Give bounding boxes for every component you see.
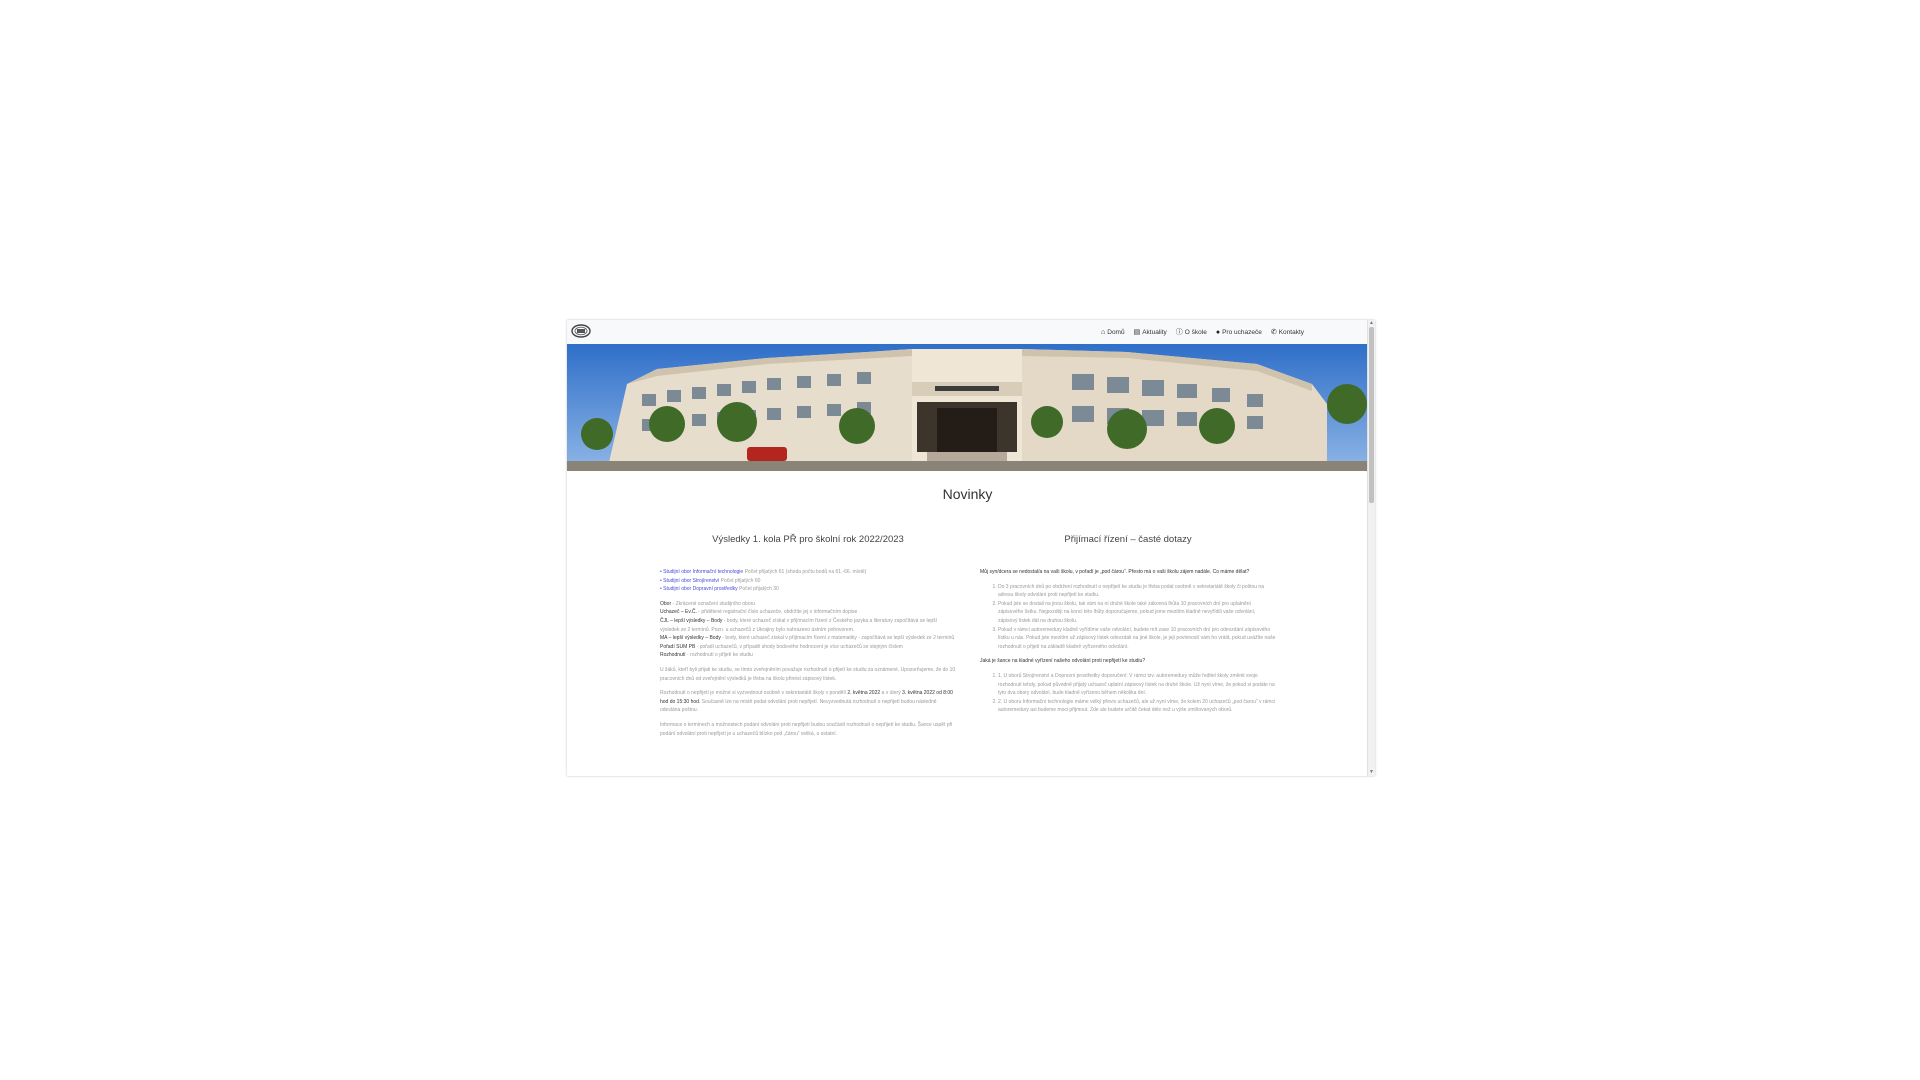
link-obor-it[interactable]: • Studijní obor Informační technologie bbox=[660, 569, 743, 575]
results-article: Výsledky 1. kola PŘ pro školní rok 2022/… bbox=[660, 534, 956, 744]
legend-desc: - rozhodnutí o přijetí ke studiu bbox=[686, 652, 753, 659]
faq-answer-item: Do 3 pracovních dnů po obdržení rozhodnu… bbox=[998, 583, 1276, 600]
phone-icon: ✆ bbox=[1270, 328, 1277, 336]
nav-contacts-label: Kontakty bbox=[1278, 328, 1304, 336]
nav-home-label: Domů bbox=[1107, 328, 1125, 336]
legend-term: MA – lepší výsledky – Body bbox=[660, 635, 721, 642]
para2-text-c: a v úterý bbox=[880, 690, 903, 697]
legend-term: Rozhodnutí bbox=[660, 652, 686, 659]
para2-date-1: 2. května 2022 bbox=[847, 690, 881, 697]
nav-news-label: Aktuality bbox=[1142, 328, 1167, 336]
legend-item: Rozhodnutí - rozhodnutí o přijetí ke stu… bbox=[660, 651, 956, 660]
legend-desc: - Zkrácené označení studijního oboru bbox=[672, 600, 756, 607]
user-icon: ● bbox=[1215, 328, 1221, 336]
faq-article: Přijímací řízení – časté dotazy Můj syn/… bbox=[980, 534, 1276, 721]
nav-home[interactable]: ⌂ Domů bbox=[1101, 329, 1125, 336]
scrollbar[interactable]: ▲ ▼ bbox=[1367, 320, 1375, 776]
nav-contacts[interactable]: ✆ Kontakty bbox=[1271, 329, 1304, 336]
faq-answer-list-1: Do 3 pracovních dnů po obdržení rozhodnu… bbox=[980, 583, 1276, 652]
faq-answer-list-2: 1. U oborů Strojírenství a Dopravní pros… bbox=[980, 672, 1276, 715]
legend-desc: - přidělené registrační číslo uchazeče, … bbox=[698, 609, 858, 616]
link-note-strojirenstvi: Počet přijatých 60 bbox=[720, 577, 761, 584]
link-note-doprava: Počet přijatých 30 bbox=[739, 586, 779, 593]
legend-item: Obor - Zkrácené označení studijního obor… bbox=[660, 600, 956, 609]
browser-viewport: ⌂ Domů ▤ Aktuality ⓘ O škole ● Pro uchaz… bbox=[567, 320, 1375, 776]
faq-question-2: Jaká je šance na kladné vyřízení našeho … bbox=[980, 658, 1146, 665]
legend-item: Uchazeč – Ev.Č. - přidělené registrační … bbox=[660, 608, 956, 617]
legend-term: Uchazeč – Ev.Č. bbox=[660, 609, 697, 616]
nav-about-label: O škole bbox=[1184, 328, 1207, 336]
faq-answer-item: 1. U oborů Strojírenství a Dopravní pros… bbox=[998, 672, 1276, 698]
results-paragraph-2: Rozhodnutí o nepřijetí je možné si vyzve… bbox=[660, 689, 956, 715]
para2-text-e: Současně lze na místě podat odvolání pro… bbox=[660, 698, 937, 714]
link-obor-doprava[interactable]: • Studijní obor Dopravní prostředky bbox=[660, 586, 738, 592]
web-page: ⌂ Domů ▤ Aktuality ⓘ O škole ● Pro uchaz… bbox=[567, 320, 1368, 776]
scroll-thumb[interactable] bbox=[1369, 327, 1374, 503]
school-logo[interactable] bbox=[571, 324, 591, 338]
legend-term: ČJL – lepší výsledky – Body bbox=[660, 617, 723, 624]
link-row-strojirenstvi: • Studijní obor Strojírenství Počet přij… bbox=[660, 577, 956, 586]
page-heading: Novinky bbox=[942, 486, 993, 502]
results-paragraph-3: Informace o termínech a možnostech podán… bbox=[660, 721, 953, 737]
faq-title: Přijímací řízení – časté dotazy bbox=[1064, 534, 1192, 545]
link-row-it: • Studijní obor Informační technologie P… bbox=[660, 568, 956, 577]
school-building-banner bbox=[567, 344, 1368, 471]
legend-desc: - body, které uchazeč získal v přijímací… bbox=[722, 635, 955, 642]
results-links: • Studijní obor Informační technologie P… bbox=[660, 568, 956, 594]
legend-item: Pořadí SUM PB - pořadí uchazečů, v přípa… bbox=[660, 643, 956, 652]
faq-answer-item: 2. U oboru Informační technologie máme v… bbox=[998, 698, 1276, 715]
legend-item: MA – lepší výsledky – Body - body, které… bbox=[660, 634, 956, 643]
link-obor-strojirenstvi[interactable]: • Studijní obor Strojírenství bbox=[660, 578, 719, 584]
home-icon: ⌂ bbox=[1101, 328, 1106, 336]
nav-applicants-label: Pro uchazeče bbox=[1222, 328, 1262, 336]
nav-applicants[interactable]: ● Pro uchazeče bbox=[1216, 329, 1262, 336]
nav-news[interactable]: ▤ Aktuality bbox=[1134, 329, 1167, 336]
legend-desc: - pořadí uchazečů, v případě shody bodov… bbox=[696, 643, 903, 650]
nav-about[interactable]: ⓘ O škole bbox=[1176, 329, 1207, 336]
legend: Obor - Zkrácené označení studijního obor… bbox=[660, 600, 956, 660]
faq-answer-item: Pokud jste se dostali na jinou školu, ta… bbox=[998, 600, 1276, 626]
navbar: ⌂ Domů ▤ Aktuality ⓘ O škole ● Pro uchaz… bbox=[567, 320, 1368, 345]
link-note-it: Počet přijatých 61 (shoda počtu bodů na … bbox=[744, 569, 867, 575]
scroll-down-arrow-icon[interactable]: ▼ bbox=[1368, 769, 1375, 776]
results-title: Výsledky 1. kola PŘ pro školní rok 2022/… bbox=[712, 534, 904, 545]
legend-item: ČJL – lepší výsledky – Body - body, kter… bbox=[660, 617, 956, 634]
legend-term: Pořadí SUM PB bbox=[660, 643, 696, 650]
scroll-up-arrow-icon[interactable]: ▲ bbox=[1368, 320, 1375, 327]
para2-text-a: Rozhodnutí o nepřijetí je možné si vyzve… bbox=[660, 690, 848, 697]
newspaper-icon: ▤ bbox=[1133, 328, 1141, 336]
results-paragraph-1: U žáků, kteří byli přijati ke studiu, se… bbox=[660, 666, 956, 682]
info-circle-icon: ⓘ bbox=[1175, 328, 1183, 336]
link-row-doprava: • Studijní obor Dopravní prostředky Poče… bbox=[660, 585, 956, 594]
faq-answer-item: Pokud v rámci autoremedury kladně vyřídí… bbox=[998, 626, 1276, 652]
faq-question-1: Můj syn/dcera se nedostal/a na vaši škol… bbox=[980, 569, 1250, 575]
legend-term: Obor bbox=[660, 600, 672, 607]
